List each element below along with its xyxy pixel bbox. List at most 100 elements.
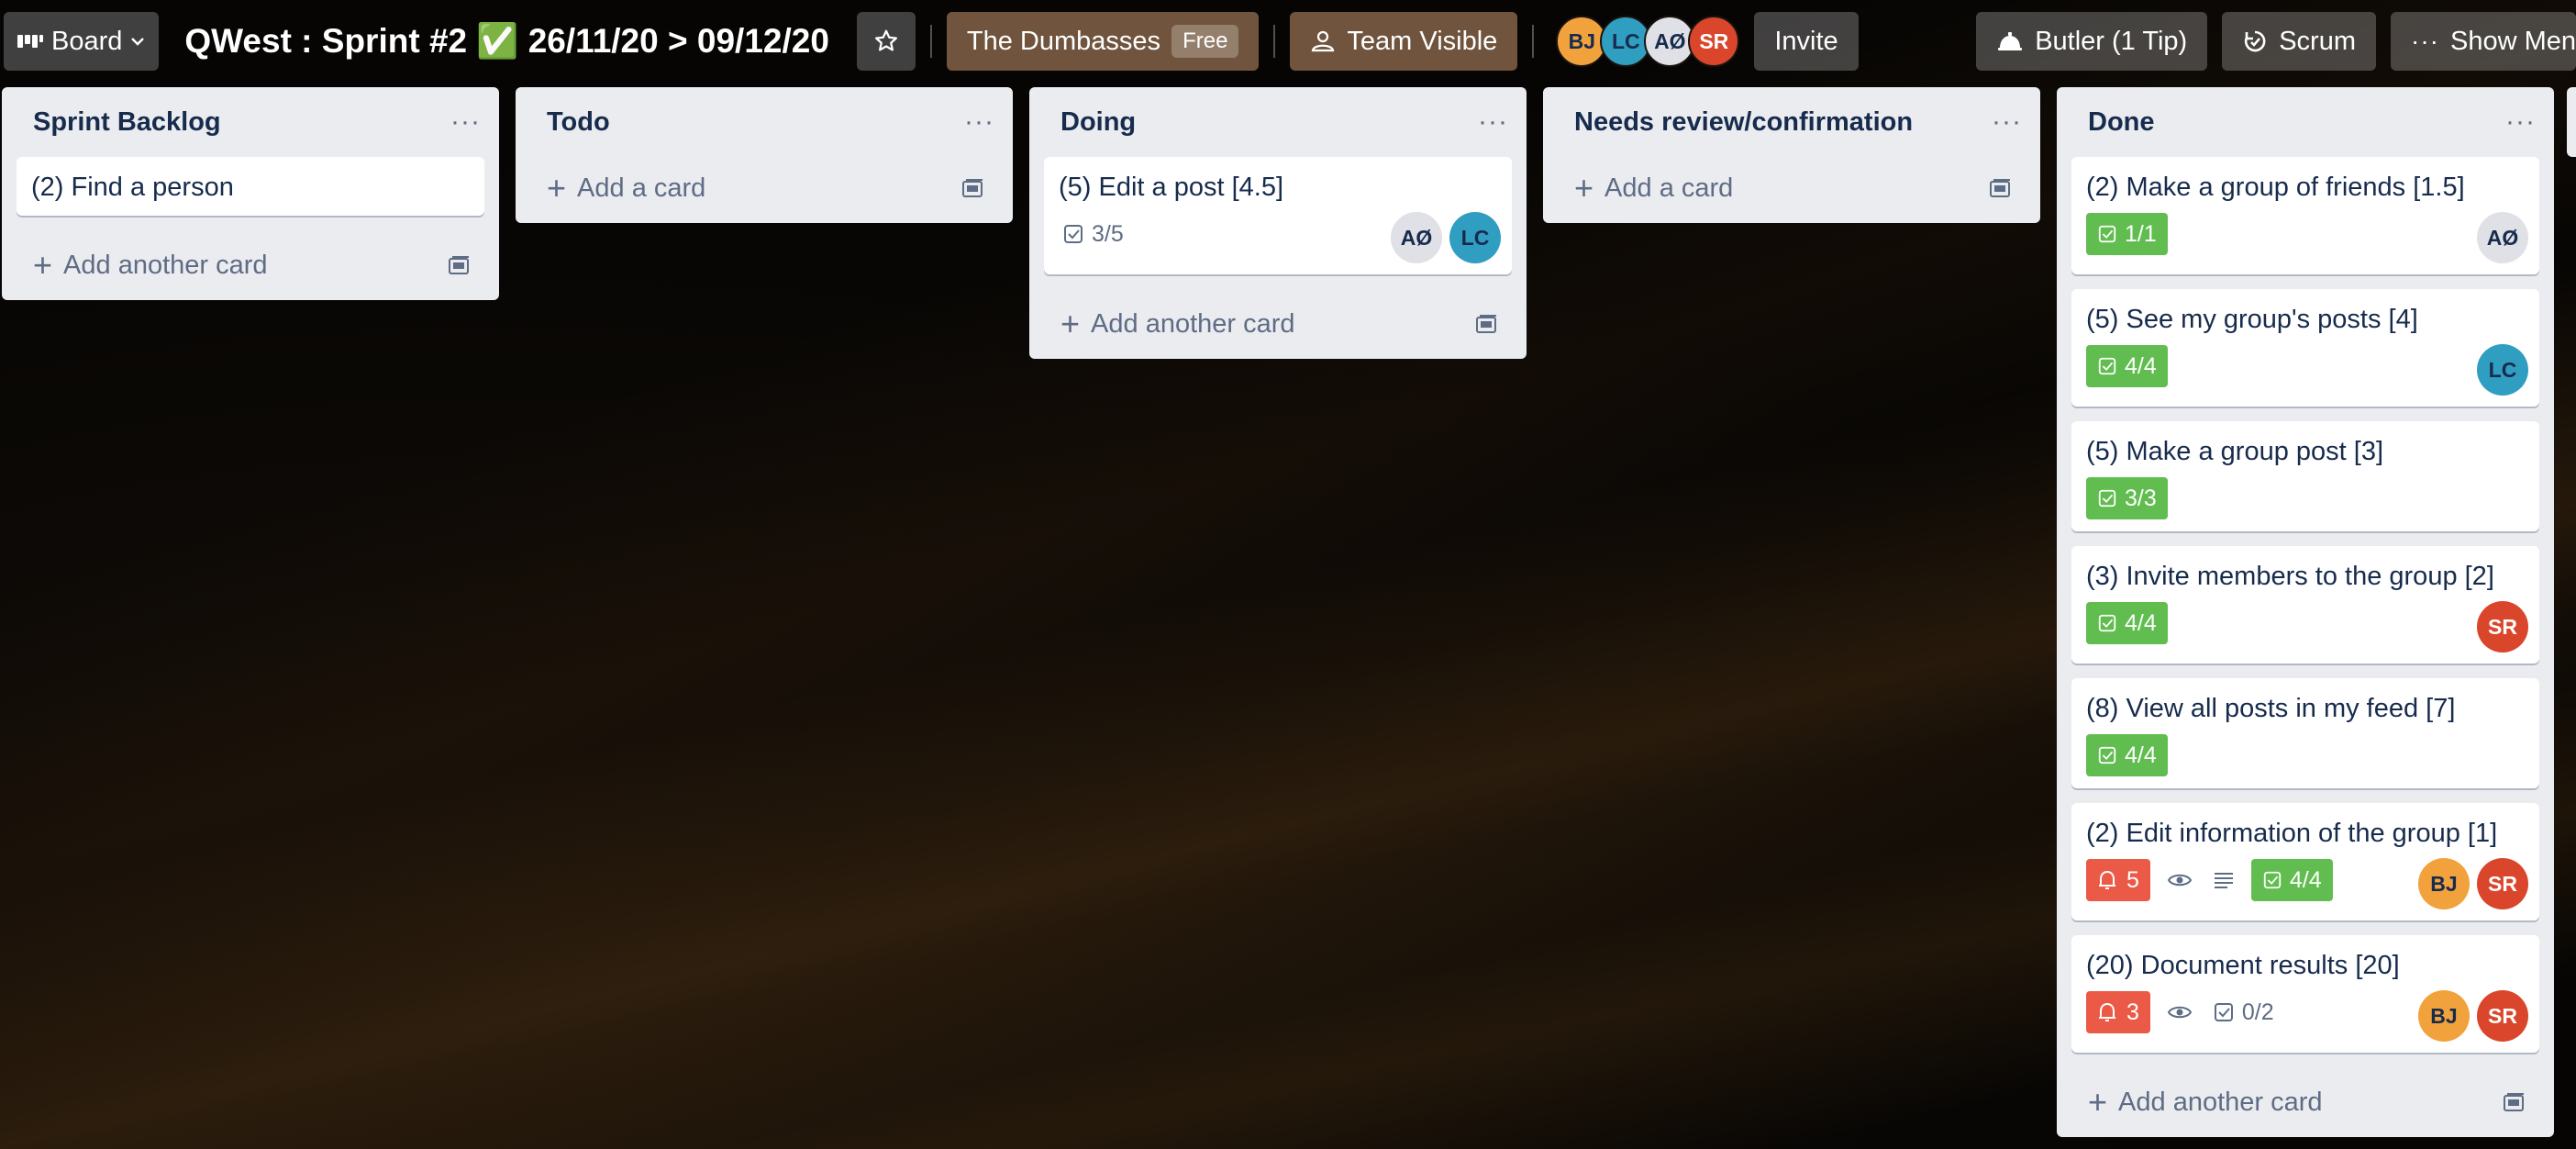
- star-icon: [872, 28, 900, 55]
- avatar[interactable]: AØ: [1391, 212, 1442, 263]
- avatar[interactable]: BJ: [2418, 858, 2470, 909]
- show-menu-label: Show Men: [2449, 26, 2576, 56]
- card[interactable]: (5) Make a group post [3] 3/3: [2071, 421, 2539, 531]
- card[interactable]: (3) Invite members to the group [2] 4/4 …: [2071, 546, 2539, 664]
- bell-icon: [2099, 1002, 2115, 1021]
- card[interactable]: (2) Find a person: [17, 157, 484, 216]
- list-title[interactable]: Done: [2088, 107, 2155, 138]
- card-badges: 3/3: [2086, 476, 2525, 520]
- watching-badge: [2163, 991, 2196, 1033]
- avatar[interactable]: SR: [1688, 16, 1740, 67]
- checklist-count: 4/4: [2125, 609, 2157, 636]
- plus-icon: +: [2088, 1083, 2108, 1121]
- list-title[interactable]: Needs review/confirmation: [1574, 107, 1913, 138]
- visibility-button[interactable]: Team Visible: [1290, 12, 1518, 71]
- eye-icon: [2167, 874, 2193, 887]
- checklist-badge: 3/3: [2086, 477, 2168, 519]
- add-card-button[interactable]: + Add another card: [1044, 289, 1512, 359]
- card[interactable]: (2) Edit information of the group [1] 5 …: [2071, 803, 2539, 920]
- add-card-button[interactable]: + Add a card: [530, 153, 998, 223]
- checklist-icon: [1064, 225, 1083, 243]
- card-title: (2) Find a person: [31, 173, 234, 202]
- team-button[interactable]: The Dumbasses Free: [946, 12, 1260, 71]
- add-card-button[interactable]: + Add a card: [1558, 153, 2026, 223]
- watching-badge: [2163, 859, 2196, 901]
- list-menu-icon[interactable]: ···: [1992, 106, 2022, 138]
- avatar[interactable]: LC: [2477, 344, 2528, 396]
- notification-count: 5: [2126, 866, 2139, 893]
- card-members: SR: [2477, 601, 2528, 653]
- add-card-label: Add another card: [2118, 1087, 2323, 1117]
- card-title: (2) Make a group of friends [1.5]: [2086, 173, 2465, 202]
- list-header: Todo ···: [530, 87, 998, 157]
- header-divider: [1273, 25, 1276, 58]
- checklist-badge: 4/4: [2086, 345, 2168, 387]
- card-template-icon[interactable]: [2503, 1091, 2526, 1113]
- card[interactable]: (5) Edit a post [4.5] 3/5 AØ LC: [1044, 157, 1512, 274]
- checklist-icon: [2098, 489, 2116, 508]
- butler-bell-icon: [1996, 30, 2024, 52]
- checklist-icon: [2098, 225, 2116, 243]
- checklist-badge: 1/1: [2086, 213, 2168, 255]
- list-menu-icon[interactable]: ···: [1478, 106, 1508, 138]
- add-card-button[interactable]: + Add another card: [17, 230, 484, 300]
- plus-icon: +: [547, 169, 567, 206]
- list-header: Sprint Backlog ···: [17, 87, 484, 157]
- chevron-down-icon: [129, 36, 146, 47]
- board-switcher-label: Board: [51, 26, 123, 56]
- add-card-button[interactable]: + Add another card: [2071, 1067, 2539, 1137]
- checklist-icon: [2098, 357, 2116, 375]
- butler-button[interactable]: Butler (1 Tip): [1976, 12, 2208, 71]
- card[interactable]: (20) Document results [20] 3 0/2 BJ SR: [2071, 935, 2539, 1053]
- checklist-count: 1/1: [2125, 220, 2157, 247]
- card-members: BJ SR: [2418, 990, 2528, 1042]
- team-name: The Dumbasses: [966, 26, 1161, 56]
- avatar[interactable]: SR: [2477, 601, 2528, 653]
- avatar[interactable]: AØ: [2477, 212, 2528, 263]
- board-icon: [17, 31, 44, 51]
- header-divider: [1532, 25, 1535, 58]
- star-board-button[interactable]: [856, 12, 916, 71]
- card-members: AØ: [2477, 212, 2528, 263]
- checklist-count: 3/3: [2125, 485, 2157, 511]
- add-card-label: Add a card: [1604, 173, 1734, 203]
- card-template-icon[interactable]: [448, 254, 472, 276]
- team-visible-icon: [1310, 29, 1336, 53]
- card-template-icon[interactable]: [1475, 313, 1499, 335]
- list-title[interactable]: Sprint Backlog: [33, 107, 221, 138]
- board-switcher-button[interactable]: Board: [4, 12, 160, 71]
- show-menu-button[interactable]: ··· Show Men: [2391, 12, 2576, 71]
- team-plan-badge: Free: [1171, 25, 1239, 58]
- list-title[interactable]: Todo: [547, 107, 610, 138]
- invite-button[interactable]: Invite: [1754, 12, 1859, 71]
- card[interactable]: (8) View all posts in my feed [7] 4/4: [2071, 678, 2539, 788]
- notification-count: 3: [2126, 998, 2139, 1025]
- card-badges: 4/4: [2086, 601, 2525, 645]
- bell-icon: [2099, 870, 2115, 889]
- avatar[interactable]: LC: [1449, 212, 1501, 263]
- board-members: BJ LC AØ SR: [1556, 16, 1740, 67]
- avatar[interactable]: BJ: [2418, 990, 2470, 1042]
- plus-icon: +: [1060, 305, 1081, 342]
- card-template-icon[interactable]: [1989, 177, 2013, 199]
- list-done: Done ··· (2) Make a group of friends [1.…: [2057, 87, 2554, 1137]
- card-title: (5) Make a group post [3]: [2086, 437, 2383, 466]
- card-template-icon[interactable]: [961, 177, 985, 199]
- add-card-label: Add another card: [1091, 308, 1295, 339]
- list-title[interactable]: Doing: [1060, 107, 1136, 138]
- board-title[interactable]: QWest : Sprint #2 ✅ 26/11/20 > 09/12/20: [173, 22, 842, 61]
- list-menu-icon[interactable]: ···: [964, 106, 994, 138]
- list-menu-icon[interactable]: ···: [450, 106, 481, 138]
- scrum-powerup-button[interactable]: Scrum: [2222, 12, 2376, 71]
- checklist-badge: 3/5: [1059, 213, 1127, 255]
- avatar[interactable]: SR: [2477, 990, 2528, 1042]
- list-sprint-backlog: Sprint Backlog ··· (2) Find a person + Ad…: [2, 87, 499, 300]
- list-menu-icon[interactable]: ···: [2505, 106, 2536, 138]
- notification-badge: 3: [2086, 991, 2150, 1033]
- notification-badge: 5: [2086, 859, 2150, 901]
- list-header: Needs review/confirmation ···: [1558, 87, 2026, 157]
- avatar[interactable]: SR: [2477, 858, 2528, 909]
- card[interactable]: (5) See my group's posts [4] 4/4 LC: [2071, 289, 2539, 407]
- card[interactable]: (2) Make a group of friends [1.5] 1/1 AØ: [2071, 157, 2539, 274]
- description-icon: [2214, 873, 2233, 888]
